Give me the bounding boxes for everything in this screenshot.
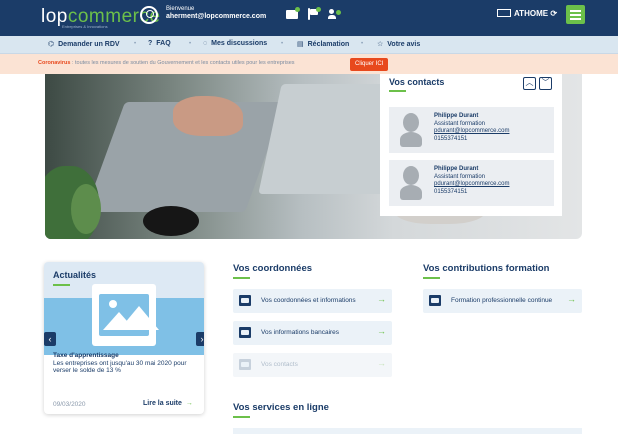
workspace-label: ATHOME [514,9,549,18]
news-item-text: Les entreprises ont jusqu'au 30 mai 2020… [53,359,187,375]
contact-role: Assistant formation [434,120,486,127]
coordonnees-title: Vos coordonnées [233,263,313,274]
news-next-button[interactable]: › [196,332,204,346]
contact-card: Philippe Durant Assistant formation pdur… [389,107,554,153]
nav-item-faq[interactable]: ? FAQ [148,40,171,47]
users-icon[interactable] [328,8,342,20]
nav-item-rdv[interactable]: ⌬ Demander un RDV [48,40,120,48]
services-row[interactable] [233,428,582,434]
contact-name: Philippe Durant [434,166,479,172]
hero-cup-shape [143,206,199,236]
row-formation-professionnelle[interactable]: Formation professionnelle continue → [423,289,582,313]
secondary-nav: ⌬ Demander un RDV • ? FAQ • ◌ Mes discussio… [0,36,618,54]
news-date: 09/03/2020 [53,401,86,408]
title-underline [233,416,250,418]
arrow-right-icon: → [377,326,386,336]
contributions-title: Vos contributions formation [423,263,550,274]
avatar [400,113,422,147]
row-informations-bancaires[interactable]: Vos informations bancaires → [233,321,392,345]
contacts-title: Vos contacts [389,77,445,87]
alert-message: : toutes les mesures de soutien du Gouve… [70,60,295,66]
contact-card: Philippe Durant Assistant formation pdur… [389,160,554,206]
row-coordonnees-informations[interactable]: Vos coordonnées et informations → [233,289,392,313]
image-icon [92,284,159,346]
user-email: aherment@lopcommerce.com [166,13,267,20]
welcome-block: Bienvenue aherment@lopcommerce.com [166,6,266,20]
nav-item-avis[interactable]: ☆ Votre avis [377,40,420,48]
title-underline [233,277,250,279]
contacts-prev-button[interactable]: ︿ [523,77,536,90]
title-underline [423,277,440,279]
discussion-icon: ◌ [203,40,208,47]
hero-plant-shape [71,184,101,234]
news-item-title: Taxe d'apprentissage [53,352,119,359]
id-card-icon [239,295,251,306]
nav-separator: • [134,41,137,47]
alert-banner: Coronavirus : toutes les mesures de sout… [0,54,618,74]
workspace-icon [497,9,511,17]
graduation-cap-icon [429,295,441,306]
nav-separator: • [189,41,192,47]
title-underline [389,90,406,92]
news-image-placeholder [44,284,204,355]
welcome-label: Bienvenue [166,6,195,12]
news-card: Actualités ‹ › Taxe d'apprentissage Les … [44,262,204,414]
hero-hand-shape [173,96,243,136]
question-icon: ? [148,40,153,47]
contacts-panel: Vos contacts ︿ ﹀ Philippe Durant Assista… [380,74,562,216]
news-prev-button[interactable]: ‹ [44,332,56,346]
row-label: Vos informations bancaires [261,329,340,336]
flag-icon[interactable] [307,7,321,20]
alert-text: Coronavirus : toutes les mesures de sout… [38,60,295,66]
arrow-right-icon: → [377,294,386,304]
nav-separator: • [361,41,364,47]
workspace-switch[interactable]: ATHOME ⟳ [497,9,557,18]
nav-item-reclamation[interactable]: ▤ Réclamation [297,40,349,48]
document-icon: ▤ [297,41,304,48]
read-more-link[interactable]: Lire la suite → [143,400,193,407]
hamburger-menu-button[interactable] [566,5,585,24]
refresh-icon: ⟳ [550,9,558,18]
avatar [400,166,422,200]
contact-email-link[interactable]: pdurant@lopcommerce.com [434,128,509,136]
title-underline [53,284,70,286]
row-label: Formation professionnelle continue [451,297,553,304]
row-label: Vos contacts [261,361,298,368]
services-title: Vos services en ligne [233,402,329,413]
contact-name: Philippe Durant [434,113,479,119]
arrow-right-icon: → [185,400,193,407]
nav-separator: • [281,41,284,47]
contact-phone: 0155374151 [434,188,468,195]
star-icon: ☆ [377,41,384,48]
contact-phone: 0155374151 [434,135,468,142]
row-label: Vos coordonnées et informations [261,297,356,304]
messages-icon[interactable] [286,7,300,20]
alert-strong: Coronavirus [38,60,71,66]
user-account-icon[interactable] [140,6,158,24]
top-bar: lopcommerce Entreprises & Innovations Bi… [0,0,618,36]
contact-role: Assistant formation [434,173,486,180]
row-contacts: Vos contacts → [233,353,392,377]
contact-email-link[interactable]: pdurant@lopcommerce.com [434,181,509,189]
nav-item-discussions[interactable]: ◌ Mes discussions [203,40,267,47]
arrow-right-icon: → [377,358,386,368]
logo-tagline: Entreprises & Innovations [62,24,108,29]
chat-icon: ⌬ [48,41,55,48]
news-title: Actualités [53,270,97,280]
contacts-next-button[interactable]: ﹀ [539,77,552,90]
alert-cta-button[interactable]: Cliquer ICI [350,58,389,71]
contact-book-icon [239,359,251,370]
bank-card-icon [239,327,251,338]
arrow-right-icon: → [567,294,576,304]
